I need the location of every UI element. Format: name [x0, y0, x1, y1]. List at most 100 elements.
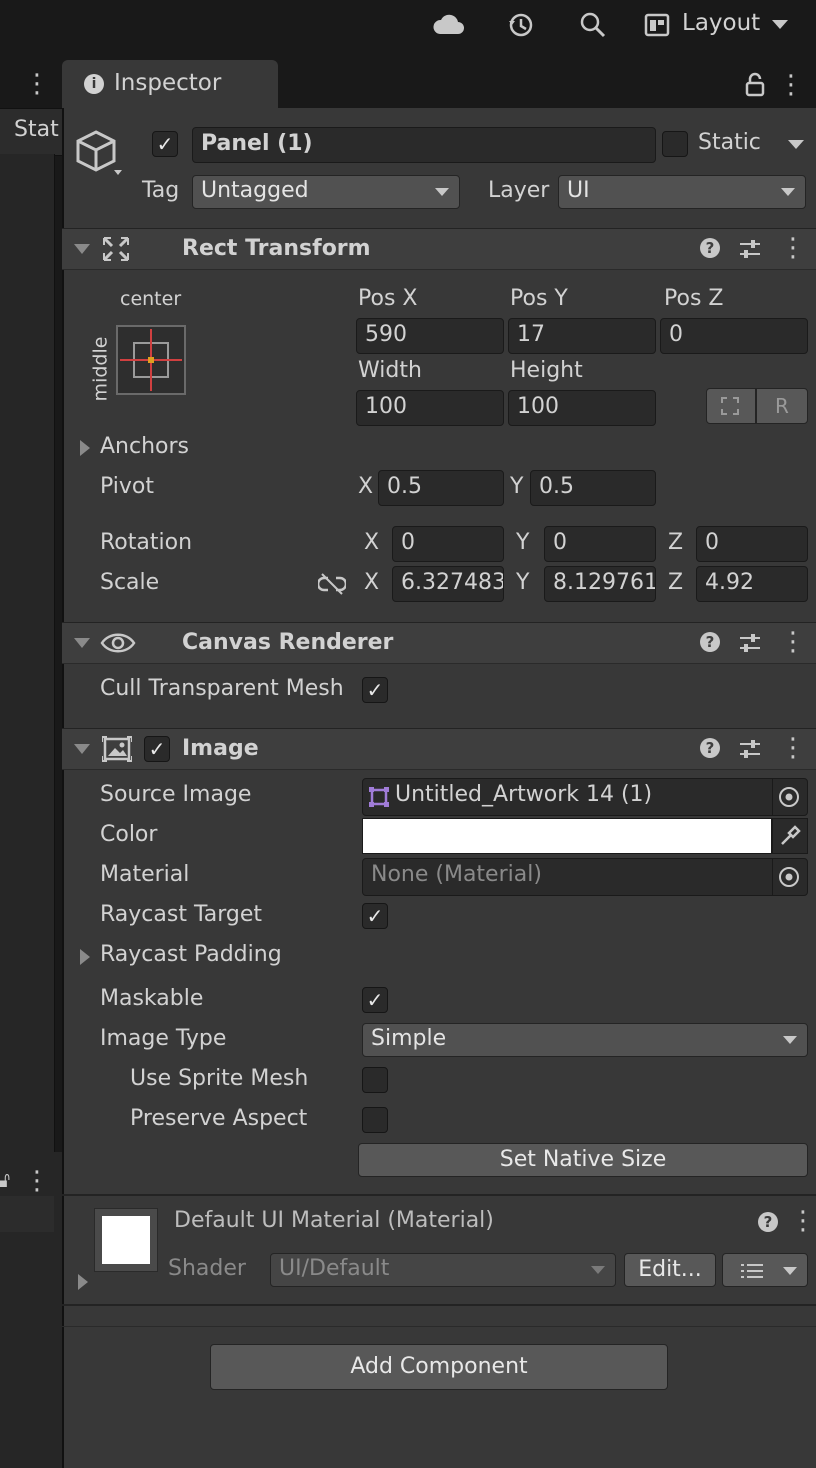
rotation-x-input[interactable]: 0	[392, 526, 504, 562]
gameobject-cube-icon[interactable]	[74, 128, 130, 182]
material-field[interactable]: None (Material)	[362, 858, 808, 896]
anchor-presets-icon[interactable]	[116, 325, 186, 395]
lock-icon[interactable]: 🔓︎	[0, 1168, 10, 1193]
more-options-icon[interactable]: ⋮	[780, 733, 806, 763]
more-options-icon-2[interactable]: ⋮	[24, 1166, 50, 1196]
divider	[62, 1326, 816, 1327]
shader-dropdown[interactable]: UI/Default	[270, 1253, 616, 1287]
anchor-vertical-label: middle	[89, 336, 112, 402]
rotation-y-input[interactable]: 0	[544, 526, 656, 562]
stat-label[interactable]: Stat	[14, 117, 59, 142]
more-options-icon[interactable]: ⋮	[780, 233, 806, 263]
more-options-icon[interactable]: ⋮	[24, 71, 50, 97]
static-dropdown-icon[interactable]	[788, 140, 804, 149]
source-image-field[interactable]: Untitled_Artwork 14 (1)	[362, 778, 808, 816]
use-sprite-mesh-label: Use Sprite Mesh	[130, 1066, 309, 1091]
left-row[interactable]	[0, 1196, 54, 1232]
raycast-target-checkbox[interactable]: ✓	[362, 903, 388, 929]
maskable-checkbox[interactable]: ✓	[362, 987, 388, 1013]
posy-label: Pos Y	[510, 286, 568, 311]
more-options-icon[interactable]: ⋮	[778, 70, 804, 100]
object-picker-icon[interactable]	[778, 786, 800, 808]
scale-z-input[interactable]: 4.92	[696, 566, 808, 602]
posz-input[interactable]: 0	[660, 318, 808, 354]
cull-checkbox[interactable]: ✓	[362, 677, 388, 703]
static-checkbox[interactable]	[662, 131, 688, 157]
posy-input[interactable]: 17	[508, 318, 656, 354]
help-icon[interactable]: ?	[758, 1212, 778, 1232]
collapse-triangle-icon[interactable]	[74, 244, 90, 254]
height-input[interactable]: 100	[508, 390, 656, 426]
anchors-label[interactable]: Anchors	[100, 434, 189, 459]
collapse-triangle-icon[interactable]	[74, 744, 90, 754]
rect-transform-header[interactable]: Rect Transform ? ⋮	[62, 228, 816, 270]
lock-icon[interactable]	[744, 72, 766, 98]
rot-y-label: Y	[516, 530, 530, 555]
divider	[62, 1194, 816, 1196]
shader-options-dropdown[interactable]	[722, 1253, 808, 1287]
object-name-input[interactable]: Panel (1)	[192, 127, 656, 163]
eyedropper-icon	[781, 825, 801, 845]
presets-icon[interactable]	[738, 631, 762, 655]
collapse-triangle-icon[interactable]	[74, 638, 90, 648]
posx-label: Pos X	[358, 286, 418, 311]
left-header: Stat	[0, 108, 62, 156]
expand-triangle-icon[interactable]	[78, 1274, 88, 1290]
pivot-x-input[interactable]: 0.5	[378, 470, 504, 506]
material-label: Material	[100, 862, 190, 887]
add-component-button[interactable]: Add Component	[210, 1344, 668, 1390]
help-icon[interactable]: ?	[700, 738, 720, 758]
set-native-size-button[interactable]: Set Native Size	[358, 1143, 808, 1177]
rect-transform-icon	[103, 237, 129, 261]
scale-x-input[interactable]: 6.327483	[392, 566, 504, 602]
raw-edit-button[interactable]: R	[756, 388, 808, 424]
edit-shader-button[interactable]: Edit...	[624, 1253, 716, 1287]
toolbar: Layout	[0, 0, 816, 56]
image-header[interactable]: ✓ Image ? ⋮	[62, 728, 816, 770]
eyedropper-button[interactable]	[772, 818, 808, 854]
material-value: None (Material)	[371, 862, 542, 887]
divider	[62, 1304, 816, 1306]
unlink-icon[interactable]	[318, 572, 346, 596]
raycast-padding-label[interactable]: Raycast Padding	[100, 942, 282, 967]
scale-y-input[interactable]: 8.129761	[544, 566, 656, 602]
pivot-y-input[interactable]: 0.5	[530, 470, 656, 506]
object-picker-icon[interactable]	[778, 866, 800, 888]
rotation-z-input[interactable]: 0	[696, 526, 808, 562]
expand-triangle-icon[interactable]	[80, 949, 90, 965]
raycast-target-label: Raycast Target	[100, 902, 263, 927]
list-icon	[741, 1264, 763, 1278]
tab-inspector[interactable]: i Inspector	[62, 60, 278, 108]
more-options-icon[interactable]: ⋮	[780, 627, 806, 657]
search-icon[interactable]	[578, 10, 608, 40]
history-icon[interactable]	[506, 10, 536, 40]
shader-label: Shader	[168, 1256, 246, 1281]
canvas-renderer-header[interactable]: Canvas Renderer ? ⋮	[62, 622, 816, 664]
source-image-value: Untitled_Artwork 14 (1)	[395, 782, 653, 807]
layout-icon	[644, 13, 670, 37]
help-icon[interactable]: ?	[700, 238, 720, 258]
image-enabled-checkbox[interactable]: ✓	[144, 736, 170, 762]
image-type-dropdown[interactable]: Simple	[362, 1023, 808, 1057]
scale-y-label: Y	[516, 570, 530, 595]
scale-z-label: Z	[668, 570, 684, 595]
object-active-checkbox[interactable]: ✓	[152, 131, 178, 157]
presets-icon[interactable]	[738, 237, 762, 261]
preserve-aspect-checkbox[interactable]	[362, 1107, 388, 1133]
posx-input[interactable]: 590	[356, 318, 504, 354]
more-options-icon[interactable]: ⋮	[790, 1206, 816, 1236]
layout-dropdown[interactable]: Layout	[640, 8, 800, 44]
layer-dropdown[interactable]: UI	[558, 175, 806, 209]
help-icon[interactable]: ?	[700, 632, 720, 652]
expand-triangle-icon[interactable]	[80, 440, 90, 456]
cloud-icon[interactable]	[432, 12, 466, 36]
blueprint-mode-button[interactable]	[706, 388, 756, 424]
layout-label: Layout	[682, 10, 761, 36]
color-label: Color	[100, 822, 158, 847]
divider	[772, 779, 773, 815]
presets-icon[interactable]	[738, 737, 762, 761]
color-swatch[interactable]	[362, 818, 772, 854]
tag-dropdown[interactable]: Untagged	[192, 175, 460, 209]
width-input[interactable]: 100	[356, 390, 504, 426]
use-sprite-mesh-checkbox[interactable]	[362, 1067, 388, 1093]
